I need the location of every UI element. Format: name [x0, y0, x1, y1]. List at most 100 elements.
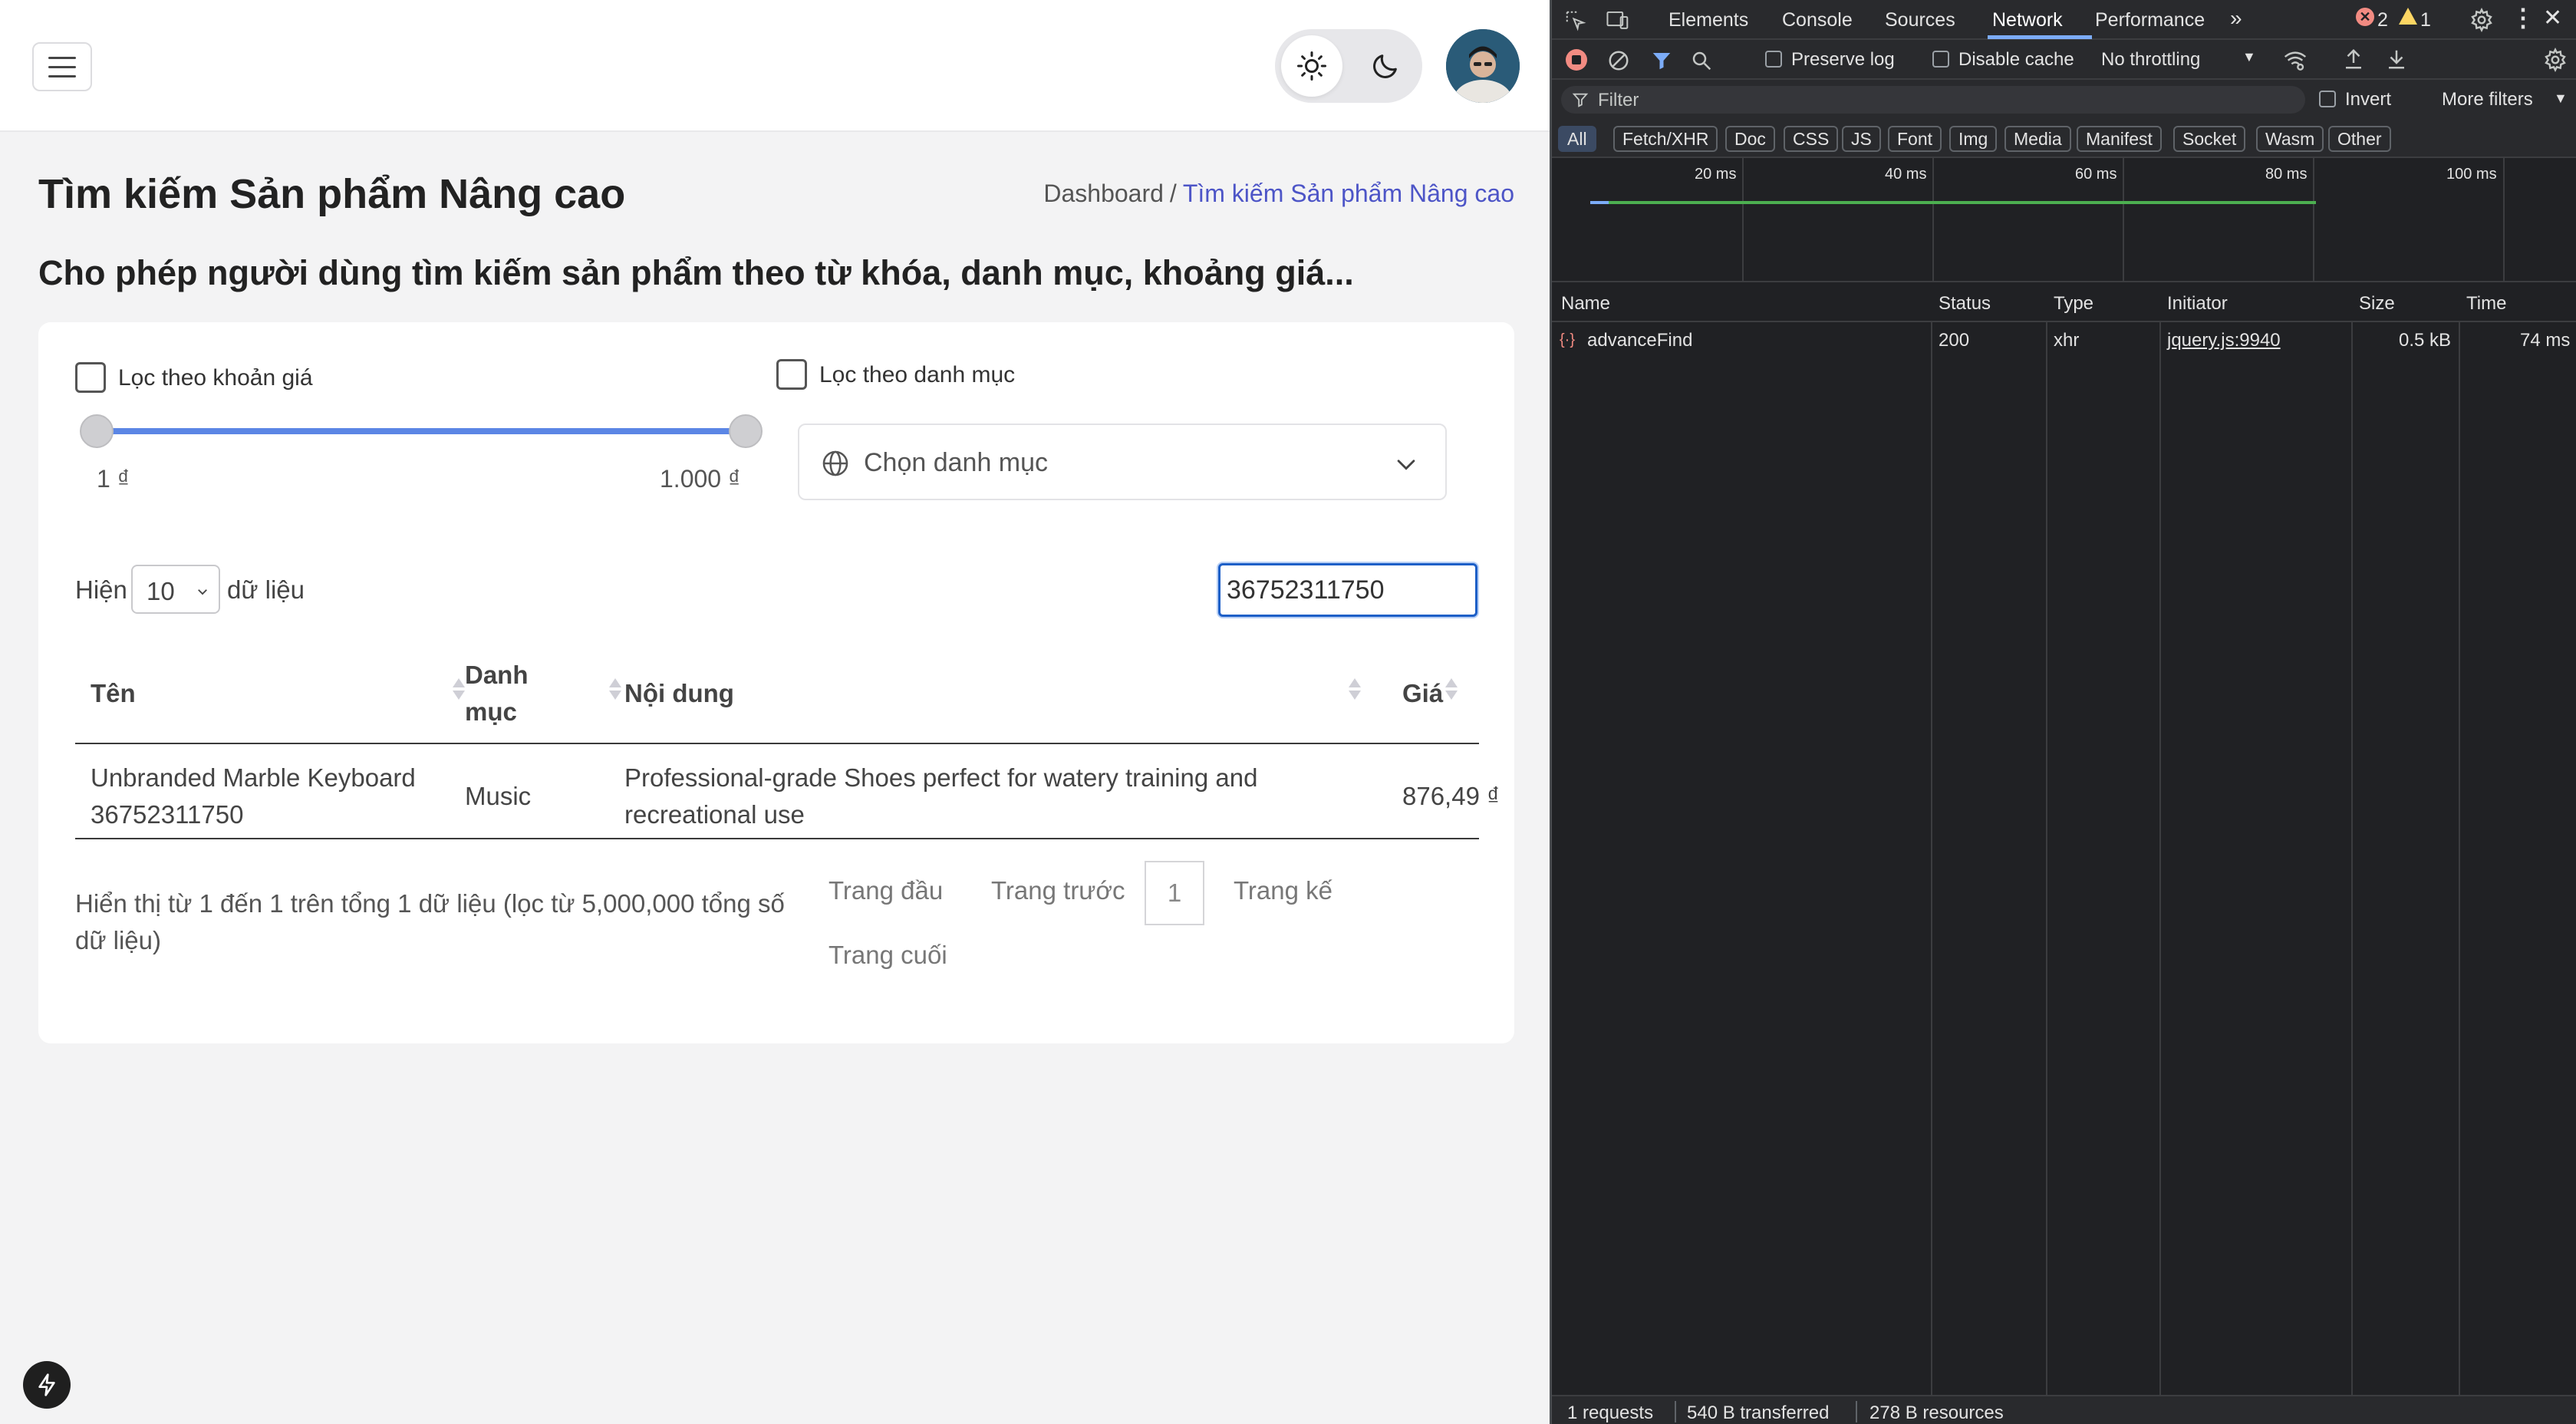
column-header-label: Giá	[1402, 679, 1444, 707]
light-mode-button[interactable]	[1281, 35, 1342, 97]
type-filter-all[interactable]: All	[1558, 126, 1596, 152]
network-settings-gear-icon[interactable]	[2543, 48, 2568, 72]
category-select[interactable]: Chọn danh mục	[798, 424, 1447, 500]
user-avatar[interactable]	[1446, 29, 1520, 103]
column-initiator[interactable]: Initiator	[2167, 293, 2228, 315]
devtools-tab-bar: Elements Console Sources Network Perform…	[1552, 0, 2576, 40]
network-toolbar: Preserve log Disable cache No throttling…	[1552, 40, 2576, 80]
timeline-gridline	[2313, 158, 2314, 282]
inspect-element-icon[interactable]	[1564, 9, 1587, 32]
timeline-gridline	[2503, 158, 2505, 282]
search-input[interactable]	[1218, 563, 1477, 617]
resource-type-filters: All Fetch/XHR Doc CSS JS Font Img Media …	[1552, 120, 2576, 158]
theme-toggle[interactable]	[1275, 29, 1422, 103]
request-initiator-link[interactable]: jquery.js:9940	[2167, 330, 2281, 351]
clear-icon[interactable]	[1607, 49, 1630, 72]
disable-cache-checkbox[interactable]	[1932, 51, 1949, 68]
price-min-label: 1 ₫	[97, 465, 130, 493]
price-filter-checkbox[interactable]	[75, 362, 106, 393]
column-status[interactable]: Status	[1939, 293, 1991, 315]
warning-count[interactable]: 1	[2420, 9, 2431, 31]
record-stop-icon[interactable]	[1566, 49, 1587, 71]
column-name[interactable]: Name	[1561, 293, 1610, 315]
type-filter-manifest[interactable]: Manifest	[2077, 126, 2162, 152]
category-filter-checkbox[interactable]	[776, 359, 807, 390]
timeline-gridline	[1742, 158, 1744, 282]
error-icon: ✕	[2356, 8, 2374, 26]
chevron-down-icon	[198, 589, 207, 595]
network-conditions-icon[interactable]	[2282, 48, 2308, 72]
pagination-last[interactable]: Trang cuối	[828, 941, 947, 970]
app-area: Tìm kiếm Sản phẩm Nâng cao Dashboard / Tìm…	[0, 0, 1550, 1424]
price-range-slider[interactable]	[97, 428, 746, 434]
hamburger-line	[48, 65, 76, 68]
sort-icon	[1445, 678, 1458, 700]
pagination-current-page[interactable]: 1	[1145, 861, 1204, 925]
sort-icon	[453, 678, 465, 700]
breadcrumb-home-link[interactable]: Dashboard	[1043, 180, 1164, 207]
menu-toggle-button[interactable]	[32, 42, 92, 91]
type-filter-other[interactable]: Other	[2328, 126, 2391, 152]
tab-elements[interactable]: Elements	[1668, 9, 1748, 31]
table-info: Hiển thị từ 1 đến 1 trên tổng 1 dữ liệu …	[75, 889, 785, 954]
cell-price: 876,49 ₫	[1402, 782, 1500, 810]
tab-console[interactable]: Console	[1782, 9, 1853, 31]
status-transferred: 540 B transferred	[1687, 1403, 1830, 1423]
kebab-menu-icon[interactable]: ⋮	[2511, 3, 2535, 32]
preserve-log-checkbox[interactable]	[1765, 51, 1782, 68]
pagination-next[interactable]: Trang kế	[1234, 876, 1332, 905]
type-filter-wasm[interactable]: Wasm	[2256, 126, 2324, 152]
column-type[interactable]: Type	[2054, 293, 2093, 315]
type-filter-media[interactable]: Media	[2004, 126, 2071, 152]
more-filters-dropdown[interactable]: More filters	[2442, 89, 2533, 110]
price-slider-max-handle[interactable]	[729, 414, 763, 448]
column-time[interactable]: Time	[2466, 293, 2506, 315]
column-header-label: Danh mục	[465, 661, 529, 726]
timeline-tick-label: 80 ms	[2265, 166, 2308, 183]
type-filter-js[interactable]: JS	[1842, 126, 1881, 152]
type-filter-font[interactable]: Font	[1888, 126, 1942, 152]
error-count[interactable]: 2	[2377, 9, 2388, 31]
timeline-tick-label: 40 ms	[1885, 166, 1927, 183]
pagination-first[interactable]: Trang đầu	[828, 876, 943, 905]
type-filter-fetch-xhr[interactable]: Fetch/XHR	[1613, 126, 1718, 152]
close-icon[interactable]: ✕	[2543, 5, 2562, 31]
settings-gear-icon[interactable]	[2469, 8, 2494, 32]
filter-funnel-icon[interactable]	[1650, 49, 1673, 72]
sort-icon	[609, 678, 621, 700]
search-icon[interactable]	[1690, 49, 1713, 72]
category-select-placeholder: Chọn danh mục	[864, 448, 1049, 477]
price-slider-min-handle[interactable]	[80, 414, 114, 448]
pagination-previous[interactable]: Trang trước	[991, 876, 1125, 905]
more-tabs-icon[interactable]: »	[2230, 6, 2242, 31]
column-header-label: Tên	[91, 679, 136, 707]
column-divider	[2351, 284, 2353, 1395]
invert-checkbox[interactable]	[2319, 91, 2336, 107]
request-name[interactable]: advanceFind	[1587, 330, 1692, 351]
timeline-overview[interactable]: 20 ms 40 ms 60 ms 80 ms 100 ms	[1552, 158, 2576, 282]
timeline-tick-label: 60 ms	[2075, 166, 2117, 183]
quick-action-button[interactable]	[23, 1361, 71, 1409]
column-size[interactable]: Size	[2359, 293, 2395, 315]
column-header-content[interactable]: Nội dung	[624, 644, 1315, 743]
import-har-icon[interactable]	[2342, 48, 2365, 71]
tab-sources[interactable]: Sources	[1885, 9, 1955, 31]
type-filter-img[interactable]: Img	[1949, 126, 1998, 152]
export-har-icon[interactable]	[2385, 48, 2408, 71]
tab-performance[interactable]: Performance	[2095, 9, 2205, 31]
device-toolbar-icon[interactable]	[1606, 9, 1630, 32]
type-filter-socket[interactable]: Socket	[2173, 126, 2246, 152]
type-filter-css[interactable]: CSS	[1784, 126, 1839, 152]
filter-bar: Filter Invert More filters ▼	[1552, 80, 2576, 120]
dark-mode-button[interactable]	[1355, 35, 1416, 97]
timeline-tick-label: 100 ms	[2446, 166, 2497, 183]
page-length-select[interactable]: 10	[131, 565, 220, 614]
network-status-bar: 1 requests 540 B transferred 278 B resou…	[1552, 1395, 2576, 1424]
column-header-name[interactable]: Tên	[91, 644, 420, 743]
type-filter-doc[interactable]: Doc	[1725, 126, 1775, 152]
throttling-select[interactable]: No throttling	[2101, 49, 2200, 71]
tab-network[interactable]: Network	[1992, 9, 2063, 31]
filter-input[interactable]: Filter	[1561, 86, 2305, 114]
request-status: 200	[1939, 330, 1970, 351]
column-header-category[interactable]: Danh mục	[465, 644, 580, 743]
